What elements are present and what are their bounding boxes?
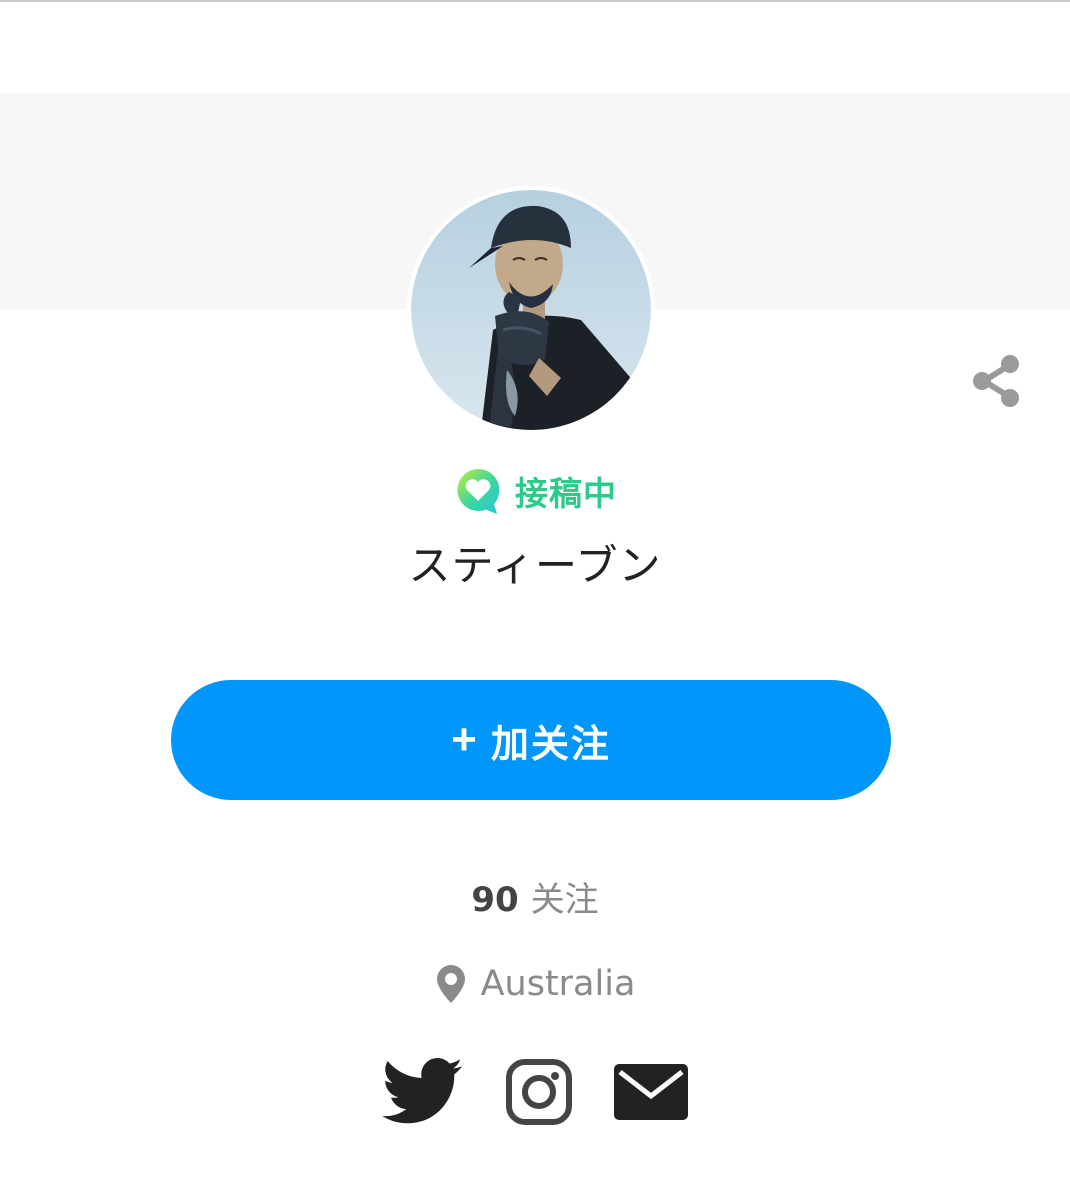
following-label: 关注 [530, 880, 599, 920]
commission-status[interactable]: 接稿中 [0, 466, 1070, 516]
avatar-frame [407, 186, 655, 434]
plus-icon: + [451, 715, 477, 764]
mail-icon [614, 1064, 688, 1120]
status-label: 接稿中 [515, 474, 617, 513]
following-count-link[interactable]: 90 关注 [0, 872, 1070, 921]
following-count: 90 [471, 880, 519, 920]
user-name: スティーブン [408, 541, 662, 590]
speech-bubble-heart-icon [457, 468, 500, 514]
follow-label: 加关注 [490, 723, 611, 766]
share-icon [973, 355, 1019, 407]
twitter-icon [381, 1058, 463, 1124]
instagram-icon [506, 1059, 572, 1125]
share-button[interactable] [968, 352, 1026, 410]
social-links [0, 1056, 1070, 1132]
mail-link[interactable] [614, 1064, 688, 1124]
profile-page: 接稿中 スティーブン + 加关注 90 关注 Australia [0, 0, 1070, 1196]
instagram-link[interactable] [506, 1059, 572, 1129]
twitter-link[interactable] [381, 1058, 464, 1130]
top-divider [0, 0, 1070, 2]
location-text: Australia [480, 964, 636, 1004]
follow-button[interactable]: + 加关注 [171, 680, 891, 800]
avatar[interactable] [411, 190, 651, 430]
location: Australia [0, 964, 1070, 1004]
map-pin-icon [436, 965, 465, 1003]
